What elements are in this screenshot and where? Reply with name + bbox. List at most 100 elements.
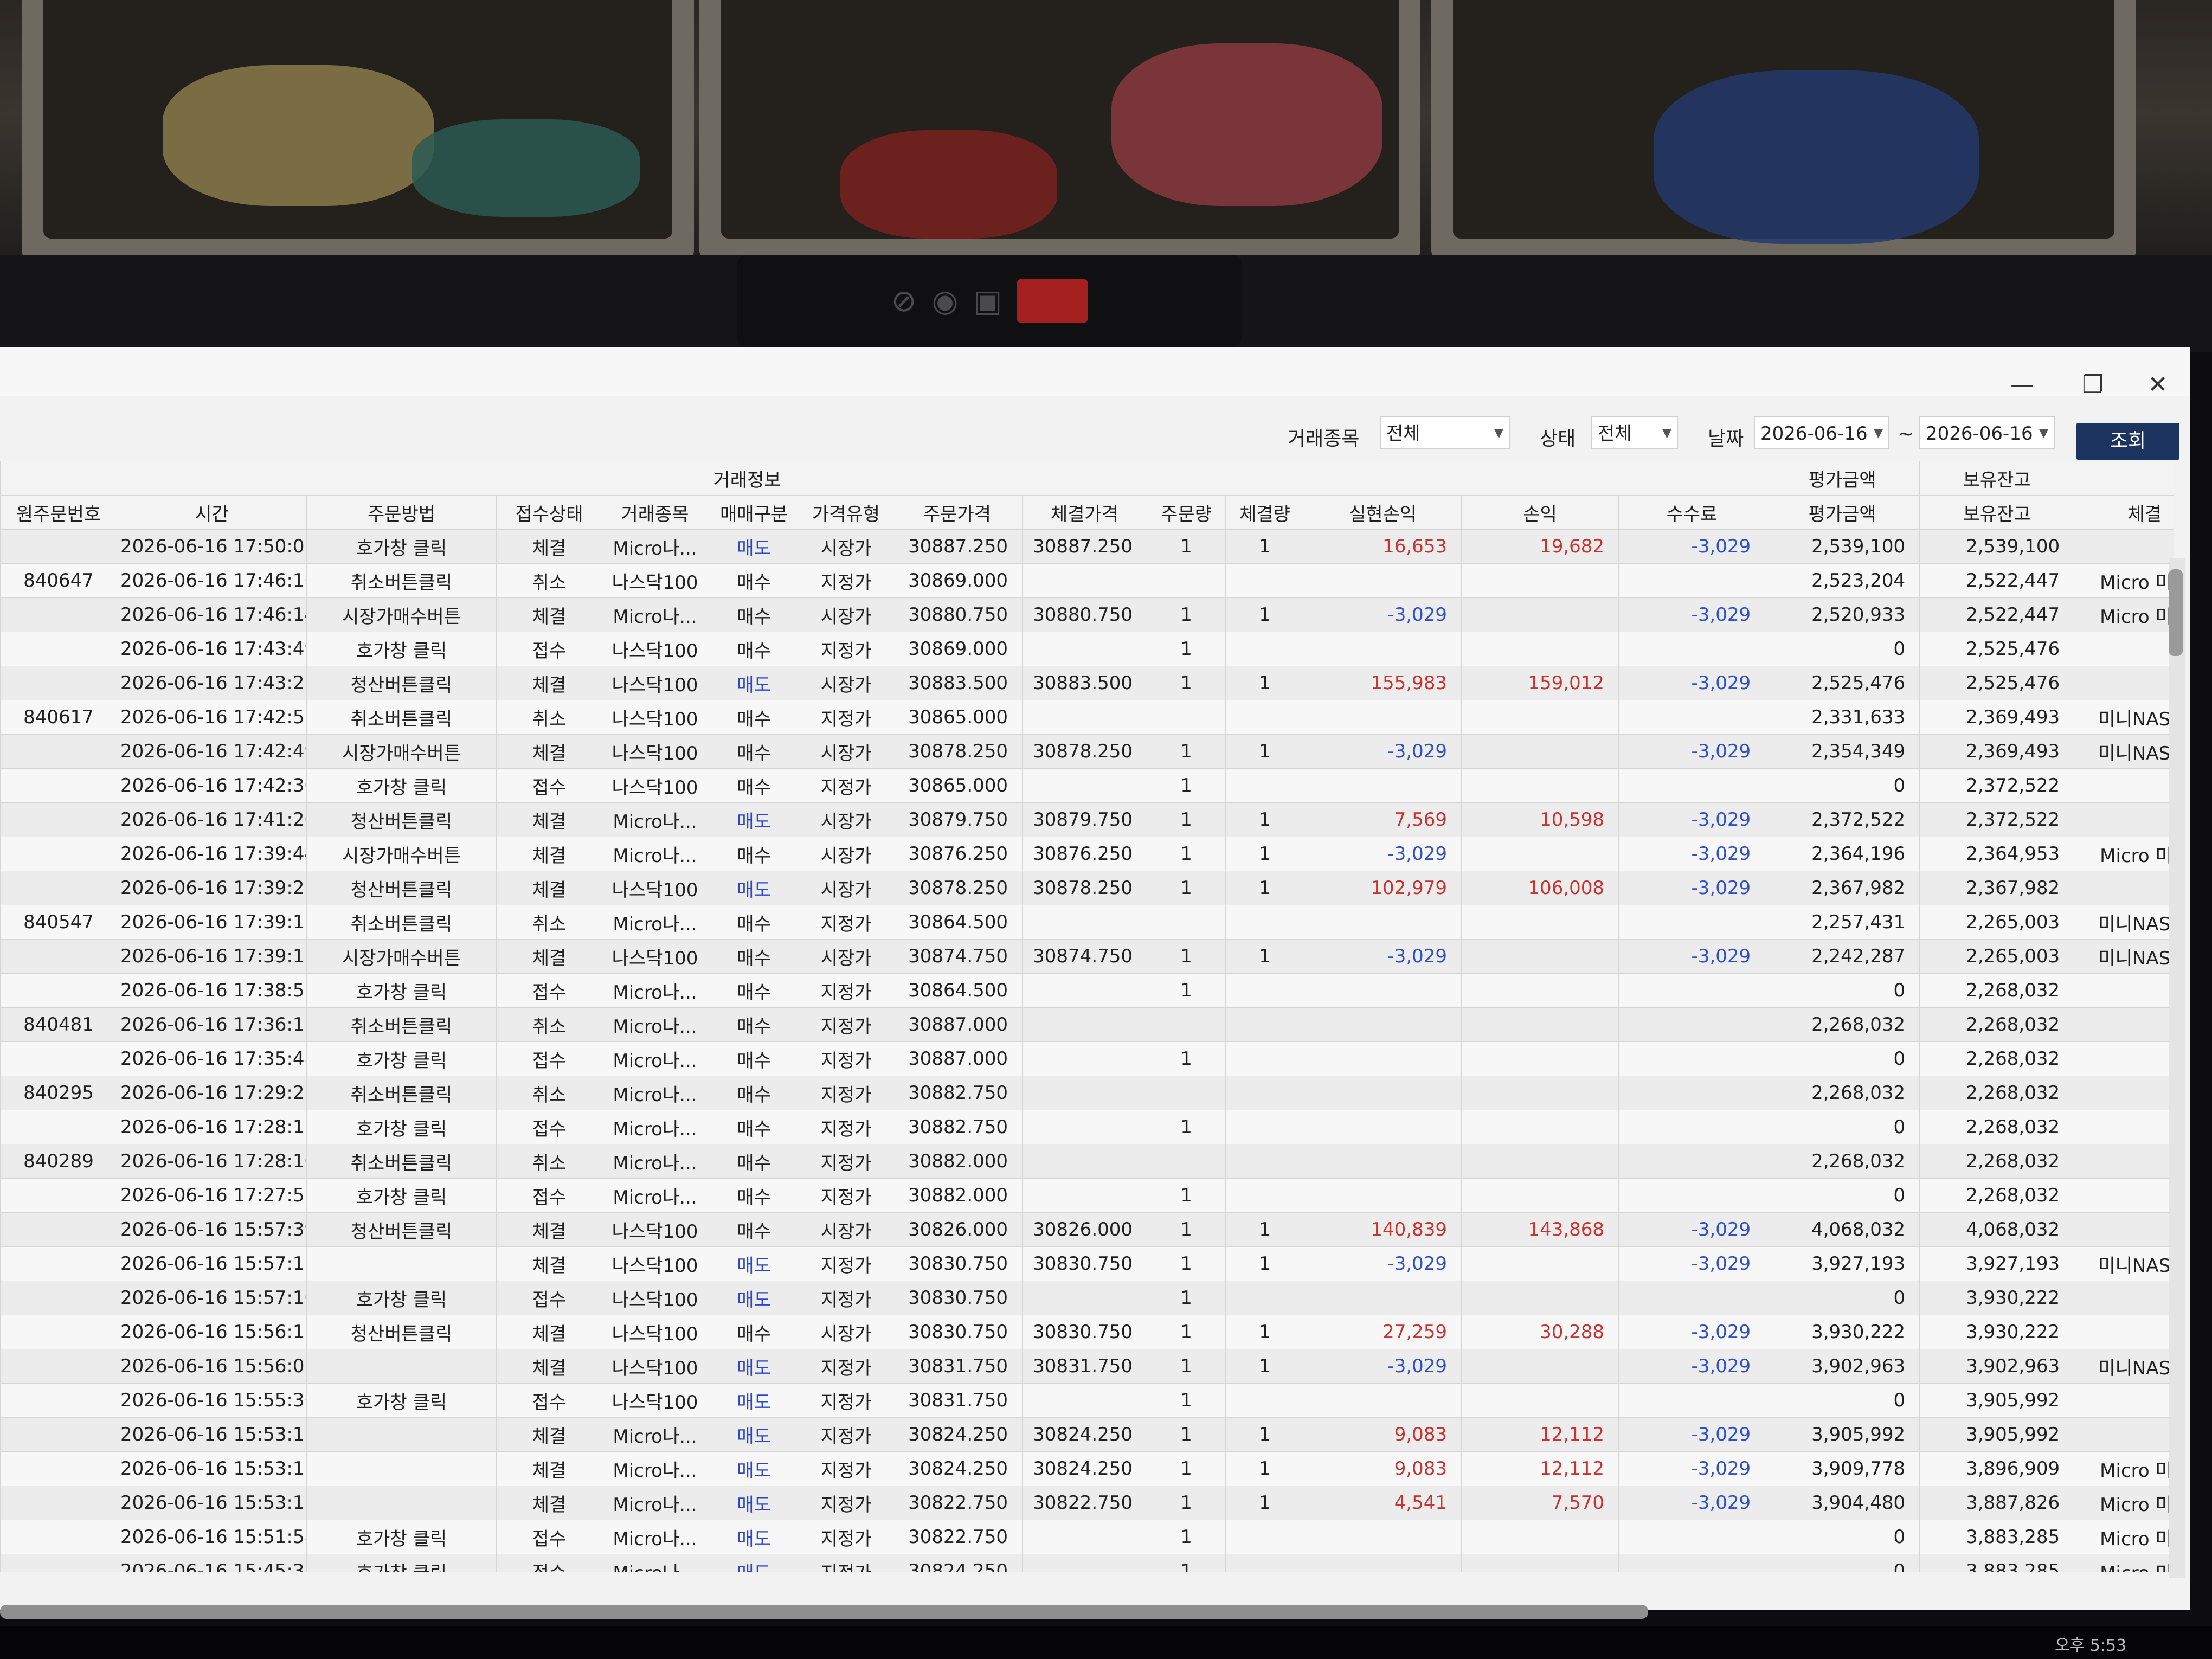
table-cell: [1225, 1144, 1305, 1179]
column-header[interactable]: 시간: [117, 495, 307, 530]
table-row[interactable]: 2026-06-16 17:39:12 시장가매수버튼 체결 나스닥100 매수 시장가 3…: [0, 939, 2174, 974]
table-row[interactable]: 2026-06-16 15:53:12 체결 Micro나... 매도 지정가 30824…: [0, 1451, 2174, 1486]
column-header[interactable]: 손익: [1461, 495, 1619, 530]
table-cell: 매수: [708, 939, 800, 974]
table-cell: 3,905,992: [1765, 1417, 1920, 1452]
column-header[interactable]: 체결가격: [1022, 495, 1148, 530]
table-row[interactable]: 2026-06-16 15:57:17 체결 나스닥100 매도 지정가 30830.75…: [0, 1246, 2174, 1281]
table-cell: 호가창 클릭: [306, 973, 497, 1008]
table-cell: 2026-06-16 17:36:15: [117, 1007, 307, 1042]
table-row[interactable]: 2026-06-16 17:38:52 호가창 클릭 접수 Micro나... 매수 지정…: [0, 973, 2174, 1008]
table-cell: -3,029: [1618, 1315, 1766, 1349]
vertical-scroll-thumb[interactable]: [2169, 569, 2183, 656]
table-cell: 체결: [496, 837, 602, 871]
table-cell: 매도: [708, 1451, 800, 1486]
table-cell: 2026-06-16 15:57:10: [117, 1281, 307, 1315]
table-cell: Micro 미니: [2074, 1451, 2174, 1486]
table-cell: 취소: [496, 905, 602, 940]
table-cell: 시장가: [799, 1212, 893, 1247]
table-row[interactable]: 2026-06-16 15:45:33호가창 클릭접수Micro나...매도지정…: [0, 1554, 2174, 1572]
status-filter-select[interactable]: 전체 ▼: [1591, 416, 1678, 449]
table-cell: [1461, 905, 1619, 940]
table-cell: [1022, 1110, 1148, 1144]
minimize-icon[interactable]: —: [2006, 369, 2039, 401]
column-header[interactable]: 원주문번호: [0, 495, 117, 530]
restore-icon[interactable]: ❐: [2076, 369, 2109, 401]
table-cell: [1304, 1041, 1462, 1076]
table-row[interactable]: 840289 2026-06-16 17:28:10 취소버튼클릭 취소 Micro나.…: [0, 1144, 2174, 1179]
vertical-scrollbar[interactable]: [2169, 558, 2185, 1578]
column-header[interactable]: 평가금액: [1765, 495, 1920, 530]
column-header[interactable]: 접수상태: [496, 495, 602, 530]
table-cell: 매도: [708, 871, 800, 905]
table-row[interactable]: 2026-06-16 15:53:12 체결 Micro나... 매도 지정가 30822…: [0, 1486, 2174, 1520]
table-row[interactable]: 2026-06-16 17:43:27 청산버튼클릭 체결 나스닥100 매도 시장가 30…: [0, 666, 2174, 700]
table-cell: 3,902,963: [1919, 1349, 2075, 1384]
table-row[interactable]: 840481 2026-06-16 17:36:15 취소버튼클릭 취소 Micro나.…: [0, 1007, 2174, 1042]
table-cell: [1461, 939, 1619, 974]
column-header[interactable]: 체결: [2074, 495, 2174, 530]
table-cell: 840295: [0, 1076, 117, 1110]
table-row[interactable]: 2026-06-16 17:42:30 호가창 클릭 접수 나스닥100 매수 지정가 30…: [0, 768, 2174, 803]
table-row[interactable]: 2026-06-16 15:53:12 체결 Micro나... 매도 지정가 30824…: [0, 1417, 2174, 1452]
table-row[interactable]: 2026-06-16 17:42:49 시장가매수버튼 체결 나스닥100 매수 시장가 3…: [0, 734, 2174, 769]
column-header[interactable]: 매매구분: [708, 495, 800, 530]
header-group-eval: 평가금액: [1765, 461, 1920, 496]
table-row[interactable]: 2026-06-16 17:46:14 시장가매수버튼 체결 Micro나... 매수 시…: [0, 597, 2174, 632]
table-row[interactable]: 2026-06-16 15:57:39 청산버튼클릭 체결 나스닥100 매수 시장가 30…: [0, 1212, 2174, 1247]
search-button[interactable]: 조회: [2076, 423, 2179, 460]
column-header[interactable]: 실현손익: [1304, 495, 1462, 530]
table-row[interactable]: 2026-06-16 17:39:44 시장가매수버튼 체결 Micro나... 매수 시…: [0, 837, 2174, 871]
table-cell: [1147, 1007, 1226, 1042]
horizontal-scrollbar[interactable]: [0, 1605, 1648, 1619]
column-header[interactable]: 수수료: [1618, 495, 1766, 530]
table-row[interactable]: 2026-06-16 17:43:49 호가창 클릭 접수 나스닥100 매수 지정가 30…: [0, 632, 2174, 666]
table-row[interactable]: 2026-06-16 17:35:48 호가창 클릭 접수 Micro나... 매수 지정…: [0, 1041, 2174, 1076]
column-header[interactable]: 가격유형: [799, 495, 893, 530]
close-icon[interactable]: ✕: [2142, 369, 2174, 401]
table-row[interactable]: 2026-06-16 17:50:05 호가창 클릭 체결 Micro나... 매도 시장…: [0, 529, 2174, 564]
table-row[interactable]: 2026-06-16 17:27:57 호가창 클릭 접수 Micro나... 매수 지정…: [0, 1178, 2174, 1213]
table-cell: 2026-06-16 17:42:49: [117, 734, 307, 769]
item-filter-select[interactable]: 전체 ▼: [1380, 416, 1510, 449]
table-cell: -3,029: [1618, 1349, 1766, 1384]
table-row[interactable]: 2026-06-16 15:56:05 체결 나스닥100 매도 지정가 30831.75…: [0, 1349, 2174, 1384]
table-cell: -3,029: [1618, 939, 1766, 974]
date-to-field[interactable]: 2026-06-16 ▼: [1919, 416, 2055, 449]
column-header[interactable]: 보유잔고: [1919, 495, 2075, 530]
table-row[interactable]: 2026-06-16 15:55:36 호가창 클릭 접수 나스닥100 매도 지정가 30…: [0, 1383, 2174, 1418]
column-header[interactable]: 주문량: [1147, 495, 1226, 530]
table-cell: 30822.750: [892, 1486, 1023, 1520]
header-spacer: [892, 461, 1766, 496]
date-from-field[interactable]: 2026-06-16 ▼: [1754, 416, 1889, 449]
table-row[interactable]: 2026-06-16 15:56:17 청산버튼클릭 체결 나스닥100 매수 시장가 30…: [0, 1315, 2174, 1349]
table-row[interactable]: 2026-06-16 15:51:58 호가창 클릭 접수 Micro나... 매도 지정…: [0, 1520, 2174, 1554]
table-cell: [1225, 1041, 1305, 1076]
table-cell: 30824.250: [892, 1554, 1023, 1572]
table-row[interactable]: 2026-06-16 15:57:10 호가창 클릭 접수 나스닥100 매도 지정가 30…: [0, 1281, 2174, 1315]
table-cell: 30874.750: [892, 939, 1023, 974]
table-cell: 1: [1225, 1486, 1305, 1520]
table-row[interactable]: 2026-06-16 17:39:25 청산버튼클릭 체결 나스닥100 매도 시장가 30…: [0, 871, 2174, 905]
table-row[interactable]: 2026-06-16 17:41:20 청산버튼클릭 체결 Micro나... 매도 시장…: [0, 802, 2174, 837]
table-cell: 1: [1225, 666, 1305, 700]
column-header[interactable]: 주문방법: [306, 495, 497, 530]
table-cell: [1225, 973, 1305, 1008]
table-cell: 매수: [708, 563, 800, 598]
table-cell: 1: [1147, 871, 1226, 905]
column-header[interactable]: 주문가격: [892, 495, 1023, 530]
table-cell: 1: [1147, 939, 1226, 974]
table-row[interactable]: 840647 2026-06-16 17:46:16 취소버튼클릭 취소 나스닥100 매…: [0, 563, 2174, 598]
table-cell: 0: [1765, 1554, 1920, 1572]
table-cell: 1: [1225, 837, 1305, 871]
table-row[interactable]: 2026-06-16 17:28:13 호가창 클릭 접수 Micro나... 매수 지정…: [0, 1110, 2174, 1144]
table-cell: [0, 1486, 117, 1520]
column-header[interactable]: 체결량: [1225, 495, 1305, 530]
table-cell: [0, 1520, 117, 1554]
table-row[interactable]: 840295 2026-06-16 17:29:25 취소버튼클릭 취소 Micro나.…: [0, 1076, 2174, 1110]
table-cell: 시장가매수버튼: [306, 597, 497, 632]
table-row[interactable]: 840547 2026-06-16 17:39:13 취소버튼클릭 취소 Micro나.…: [0, 905, 2174, 940]
table-row[interactable]: 840617 2026-06-16 17:42:51 취소버튼클릭 취소 나스닥100 매…: [0, 700, 2174, 735]
column-header[interactable]: 거래종목: [602, 495, 708, 530]
table-cell: -3,029: [1304, 597, 1462, 632]
